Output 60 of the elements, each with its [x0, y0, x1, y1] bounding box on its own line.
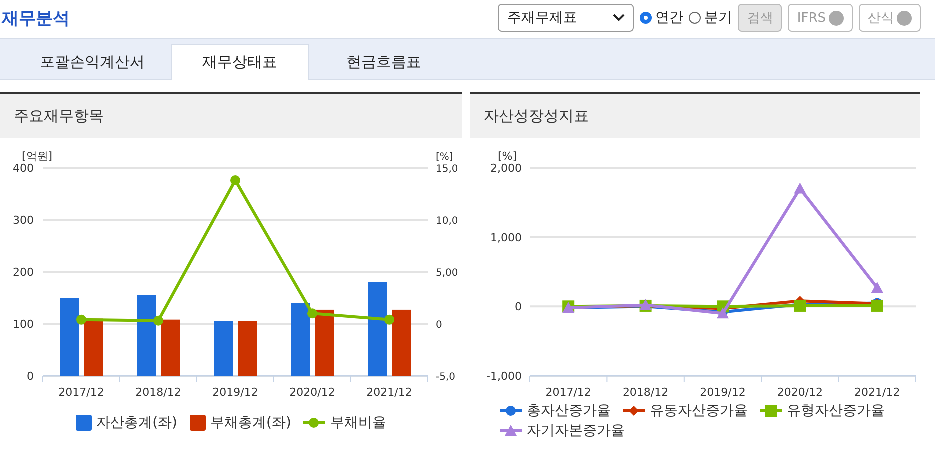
axis-label: 400 [13, 162, 34, 175]
period-radio[interactable]: 연간 [640, 9, 684, 27]
legend-label: 부채비율 [330, 414, 386, 432]
data-point [717, 308, 729, 319]
axis-label: 0 [27, 370, 34, 383]
legend-label: 자산총계(좌) [96, 414, 178, 432]
tab[interactable]: 현금흐름표 [309, 44, 459, 80]
data-point [794, 182, 806, 194]
axis-label: 0 [436, 320, 442, 331]
data-point [794, 300, 806, 312]
axis-label: 2018/12 [136, 386, 182, 399]
axis-label: -5,0 [436, 372, 456, 383]
axis-label: 2,000 [490, 162, 522, 175]
tab[interactable]: 포괄손익계산서 [14, 44, 171, 80]
page-title: 재무분석 [0, 8, 71, 30]
data-point [230, 175, 240, 186]
statement-select[interactable]: 주재무제표 [498, 4, 634, 32]
data-point [871, 300, 884, 312]
axis-label: -1,000 [486, 370, 522, 383]
legend-label: 부채총계(좌) [210, 414, 292, 432]
axis-label: 2019/12 [212, 386, 258, 399]
axis-unit: [%] [436, 152, 454, 163]
data-point [154, 316, 164, 326]
axis-label: 2018/12 [622, 386, 669, 399]
axis-label: 15,0 [436, 164, 458, 175]
axis-label: 0 [515, 300, 522, 314]
bar [214, 321, 233, 376]
tab[interactable]: 재무상태표 [171, 44, 309, 80]
period-radio[interactable]: 분기 [689, 9, 732, 27]
axis-label: 5,00 [436, 268, 458, 279]
data-point [384, 314, 394, 325]
bar [84, 318, 103, 376]
axis-unit: [%] [498, 150, 518, 163]
axis-label: 2017/12 [546, 386, 592, 399]
axis-label: 2017/12 [58, 386, 104, 399]
bar [161, 320, 180, 376]
axis-label: 2020/12 [777, 386, 824, 399]
axis-label: 2020/12 [290, 386, 336, 399]
legend-label: 자기자본증가율 [527, 422, 625, 440]
axis-label: 200 [13, 266, 34, 279]
bar [238, 321, 257, 376]
axis-label: 300 [13, 214, 34, 227]
bar [315, 310, 334, 376]
legend-label: 총자산증가율 [527, 402, 611, 420]
legend-label: 유동자산증가율 [650, 402, 748, 420]
axis-label: 2021/12 [366, 386, 412, 399]
axis-label: 2019/12 [700, 386, 746, 399]
data-point [76, 314, 86, 325]
axis-unit: [억원] [22, 150, 53, 163]
data-point [871, 282, 884, 293]
bar [392, 310, 411, 376]
axis-label: 1,000 [490, 231, 522, 244]
chevron-down-icon [613, 14, 626, 22]
panel-title: 자산성장성지표 [484, 106, 589, 126]
axis-label: 10,0 [436, 216, 458, 227]
axis-label: 100 [13, 318, 34, 331]
panel-title: 주요재무항목 [14, 106, 104, 126]
legend-label: 유형자산증가율 [787, 402, 885, 420]
axis-label: 2021/12 [854, 386, 900, 399]
data-point [308, 308, 318, 319]
